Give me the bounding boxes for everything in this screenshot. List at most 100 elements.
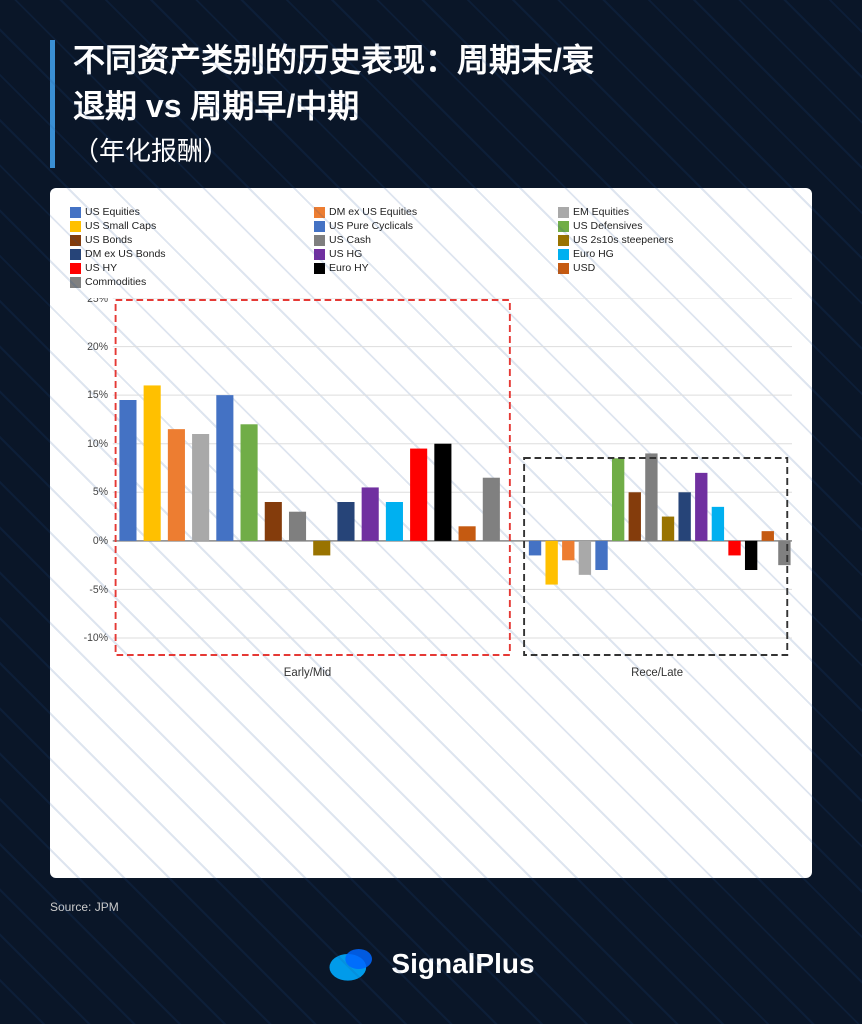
svg-text:-10%: -10%	[84, 632, 109, 644]
legend-item: Commodities	[70, 276, 304, 288]
bar-early-3	[192, 434, 209, 541]
bar-rece-13	[745, 541, 757, 570]
source-text: Source: JPM	[50, 900, 812, 914]
bar-rece-6	[629, 492, 641, 541]
bar-rece-15	[778, 541, 790, 565]
legend-item: EM Equities	[558, 206, 792, 218]
rece-late-bars	[529, 454, 791, 585]
page-container: 不同资产类别的历史表现：周期末/衰 退期 vs 周期早/中期 （年化报酬） US…	[0, 0, 862, 1024]
legend-color	[558, 263, 569, 274]
legend-item: US Cash	[314, 234, 548, 246]
legend-item: Euro HY	[314, 262, 548, 274]
legend-color	[314, 249, 325, 260]
bar-rece-10	[695, 473, 707, 541]
early-mid-bars	[119, 386, 499, 556]
bar-rece-8	[662, 517, 674, 541]
legend-item: US Small Caps	[70, 220, 304, 232]
title-section: 不同资产类别的历史表现：周期末/衰 退期 vs 周期早/中期 （年化报酬）	[50, 40, 812, 168]
legend-label: US Equities	[85, 206, 140, 218]
legend-item: US HG	[314, 248, 548, 260]
legend-item: DM ex US Equities	[314, 206, 548, 218]
bar-rece-12	[728, 541, 740, 556]
legend-color	[314, 263, 325, 274]
x-label-rece: Rece/Late	[631, 666, 683, 679]
legend-label: DM ex US Bonds	[85, 248, 166, 260]
svg-text:20%: 20%	[87, 341, 108, 353]
bar-rece-0	[529, 541, 541, 556]
bar-rece-2	[562, 541, 574, 560]
x-label-early: Early/Mid	[284, 666, 331, 679]
legend-color	[558, 221, 569, 232]
legend-color	[70, 221, 81, 232]
svg-text:0%: 0%	[93, 535, 109, 547]
legend-color	[314, 235, 325, 246]
bar-rece-11	[712, 507, 724, 541]
bar-early-12	[410, 449, 427, 541]
signalplus-logo-icon	[327, 944, 377, 984]
legend-color	[70, 277, 81, 288]
bar-early-13	[434, 444, 451, 541]
legend-item: US 2s10s steepeners	[558, 234, 792, 246]
legend-color	[314, 207, 325, 218]
legend-label: EM Equities	[573, 206, 629, 218]
legend: US Equities DM ex US Equities EM Equities U…	[70, 206, 792, 288]
bar-chart: 25% 20% 15% 10% 5% 0% -5% -10%	[70, 298, 792, 698]
bar-rece-3	[579, 541, 591, 575]
legend-label: USD	[573, 262, 595, 274]
bar-rece-9	[678, 492, 690, 541]
bar-rece-7	[645, 454, 657, 541]
legend-label: US Bonds	[85, 234, 132, 246]
bar-rece-14	[762, 531, 774, 541]
brand-name: SignalPlus	[391, 948, 534, 980]
legend-color	[70, 263, 81, 274]
bar-early-8	[313, 541, 330, 556]
legend-label: Euro HG	[573, 248, 614, 260]
title-sub: （年化报酬）	[73, 131, 812, 168]
legend-label: US HG	[329, 248, 362, 260]
legend-label: US Defensives	[573, 220, 642, 232]
bar-rece-1	[545, 541, 557, 585]
legend-label: US Pure Cyclicals	[329, 220, 413, 232]
chart-card: US Equities DM ex US Equities EM Equities U…	[50, 188, 812, 878]
bar-early-4	[216, 395, 233, 541]
bar-early-15	[483, 478, 500, 541]
bar-early-1	[144, 386, 161, 541]
title-main: 不同资产类别的历史表现：周期末/衰	[73, 40, 812, 82]
legend-label: US HY	[85, 262, 117, 274]
bar-early-10	[362, 488, 379, 541]
legend-item: DM ex US Bonds	[70, 248, 304, 260]
legend-label: US 2s10s steepeners	[573, 234, 673, 246]
legend-label: US Cash	[329, 234, 371, 246]
legend-item: US Bonds	[70, 234, 304, 246]
svg-text:5%: 5%	[93, 486, 109, 498]
footer: SignalPlus	[50, 934, 812, 984]
svg-text:25%: 25%	[87, 298, 108, 305]
legend-item: US Equities	[70, 206, 304, 218]
legend-label: DM ex US Equities	[329, 206, 417, 218]
legend-color	[558, 249, 569, 260]
legend-label: Commodities	[85, 276, 146, 288]
title-line1: 不同资产类别的历史表现：周期末/衰	[73, 42, 594, 78]
legend-color	[70, 207, 81, 218]
legend-label: Euro HY	[329, 262, 369, 274]
legend-color	[70, 235, 81, 246]
legend-item: USD	[558, 262, 792, 274]
bar-rece-4	[595, 541, 607, 570]
bar-early-0	[119, 400, 136, 541]
bar-early-6	[265, 502, 282, 541]
legend-item: US Defensives	[558, 220, 792, 232]
bar-early-7	[289, 512, 306, 541]
legend-label: US Small Caps	[85, 220, 156, 232]
bar-early-2	[168, 429, 185, 541]
legend-color	[70, 249, 81, 260]
legend-item: Euro HG	[558, 248, 792, 260]
bar-early-14	[459, 526, 476, 541]
legend-item: US Pure Cyclicals	[314, 220, 548, 232]
bar-early-5	[241, 424, 258, 541]
legend-color	[558, 235, 569, 246]
bar-early-9	[337, 502, 354, 541]
svg-text:10%: 10%	[87, 438, 108, 450]
legend-color	[558, 207, 569, 218]
legend-color	[314, 221, 325, 232]
bar-rece-5	[612, 458, 624, 541]
